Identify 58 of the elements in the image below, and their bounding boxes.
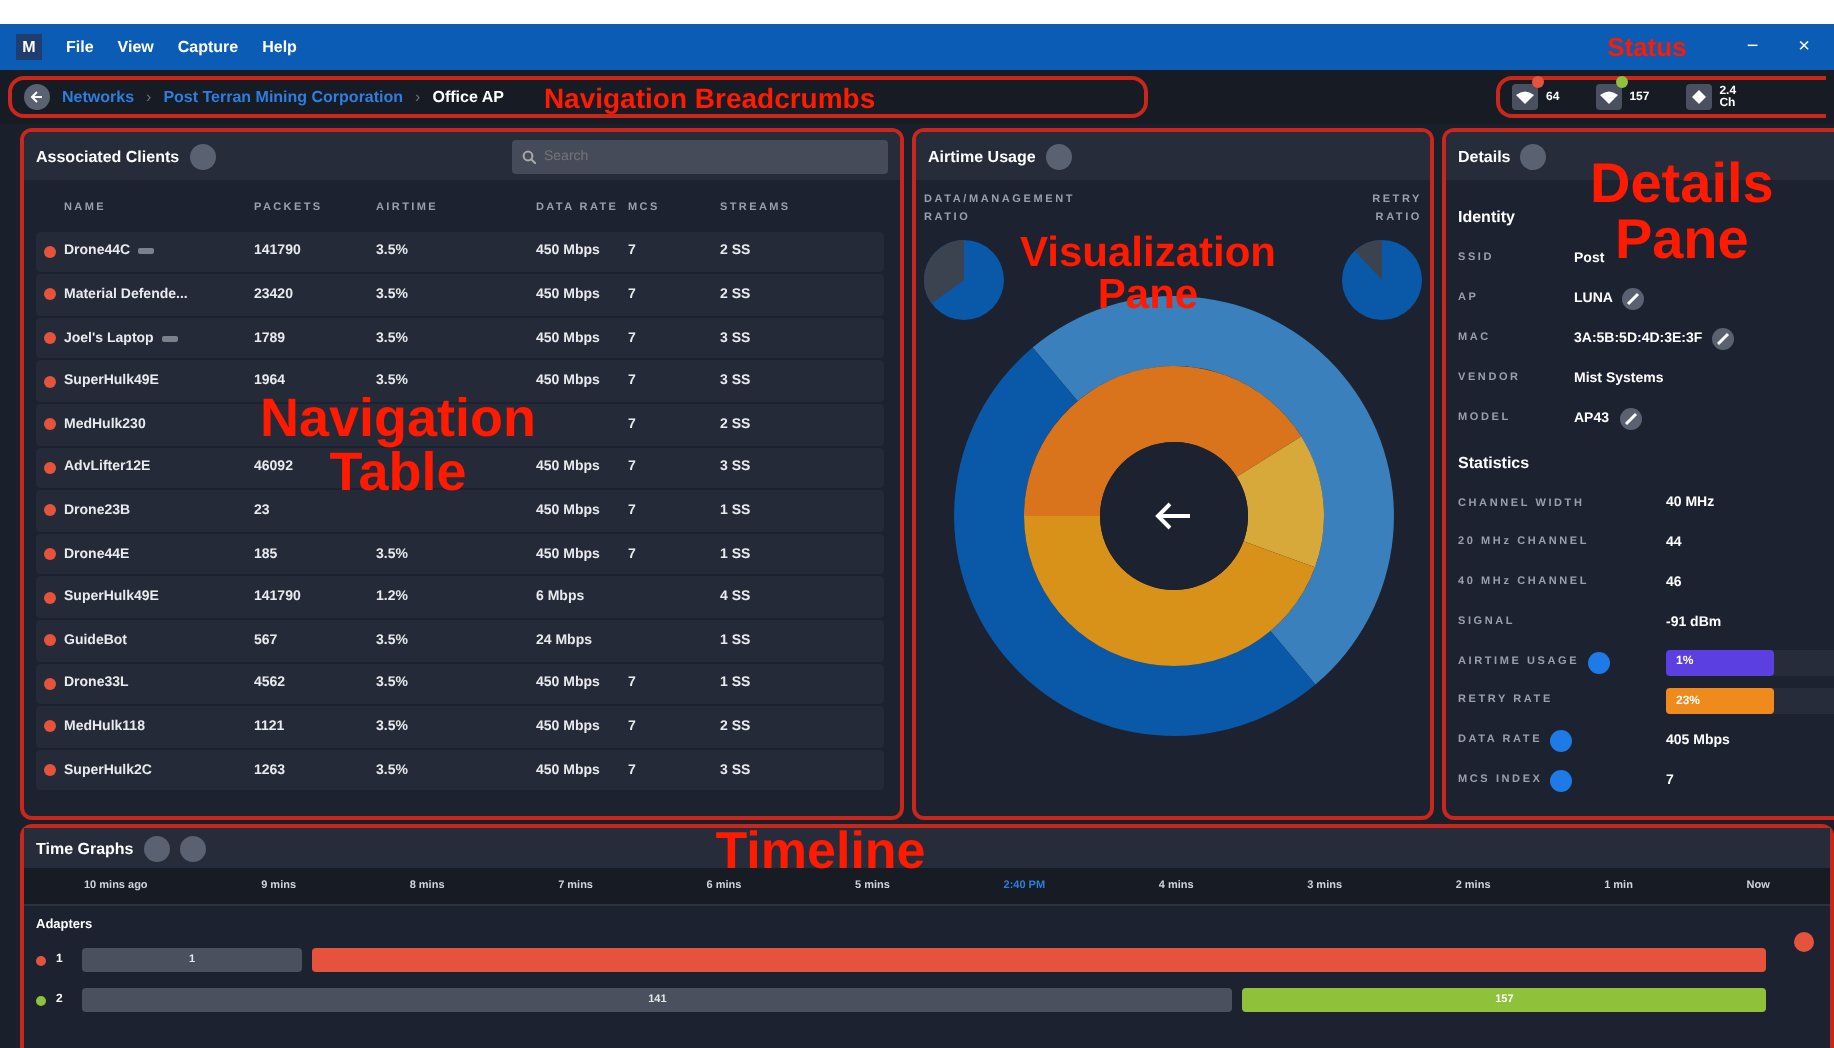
help-button[interactable] [179,835,206,861]
status-dot [44,591,56,604]
back-arrow-icon [30,90,44,104]
copy-icon[interactable] [1712,327,1735,349]
status-dot [44,418,56,431]
menu-item[interactable]: Help [262,38,297,56]
breadcrumb-link[interactable]: Post Terran Mining Corporation [163,88,404,106]
info-icon[interactable] [1587,651,1610,674]
annotation-label: Navigation [260,392,537,446]
close-button[interactable] [1794,932,1814,952]
minimize-button[interactable]: − [1738,36,1767,58]
section-title: Statistics [1458,454,1532,472]
info-icon[interactable] [1550,730,1573,753]
panel-title: Airtime Usage [928,147,1036,165]
wifi-icon [1599,90,1618,104]
annotation-label: Details [1590,156,1774,212]
status-dot [44,677,56,690]
breadcrumb-link[interactable]: Networks [62,88,135,106]
help-button[interactable] [1520,143,1547,169]
status-dot [44,764,56,777]
panel-title: Time Graphs [36,839,134,857]
back-button[interactable] [24,84,50,110]
menu-item[interactable]: File [66,38,94,56]
annotation-label: Pane [1614,212,1749,268]
edit-icon[interactable] [1619,407,1642,429]
panel-title: Details [1458,147,1511,165]
panel-title: Associated Clients [36,147,180,165]
breadcrumb-separator: › [415,88,421,106]
section-title: Identity [1458,208,1517,226]
close-button[interactable]: × [1790,36,1818,58]
breadcrumb-separator: › [146,88,152,106]
wifi-icon [1516,90,1534,104]
status-dot [44,461,56,474]
breadcrumb-link[interactable]: Office AP [432,88,504,106]
annotation-label: Status [1607,34,1687,60]
menu-item[interactable]: View [117,38,154,56]
status-dot [44,634,56,647]
status-dot [44,288,56,301]
annotation-label: Navigation Breadcrumbs [543,83,876,111]
annotation-label: Visualization [1020,232,1276,274]
help-button[interactable] [189,143,216,169]
menu-item[interactable]: Capture [177,38,239,56]
pie-chart [924,239,1004,320]
pie-chart [1342,239,1422,320]
status-dot [44,720,56,733]
help-button[interactable] [1045,143,1072,169]
status-dot [44,504,56,517]
annotation-label: Timeline [715,824,926,876]
edit-icon[interactable] [1622,287,1645,309]
status-icon[interactable] [1685,84,1712,110]
annotation-label: Table [329,446,467,500]
app-logo: M [16,34,42,60]
status-dot [44,548,56,561]
status-dot [44,332,56,345]
status-dot [44,375,56,388]
info-icon[interactable] [1550,769,1573,792]
status-dot [44,245,56,258]
collapse-button[interactable] [143,835,170,861]
